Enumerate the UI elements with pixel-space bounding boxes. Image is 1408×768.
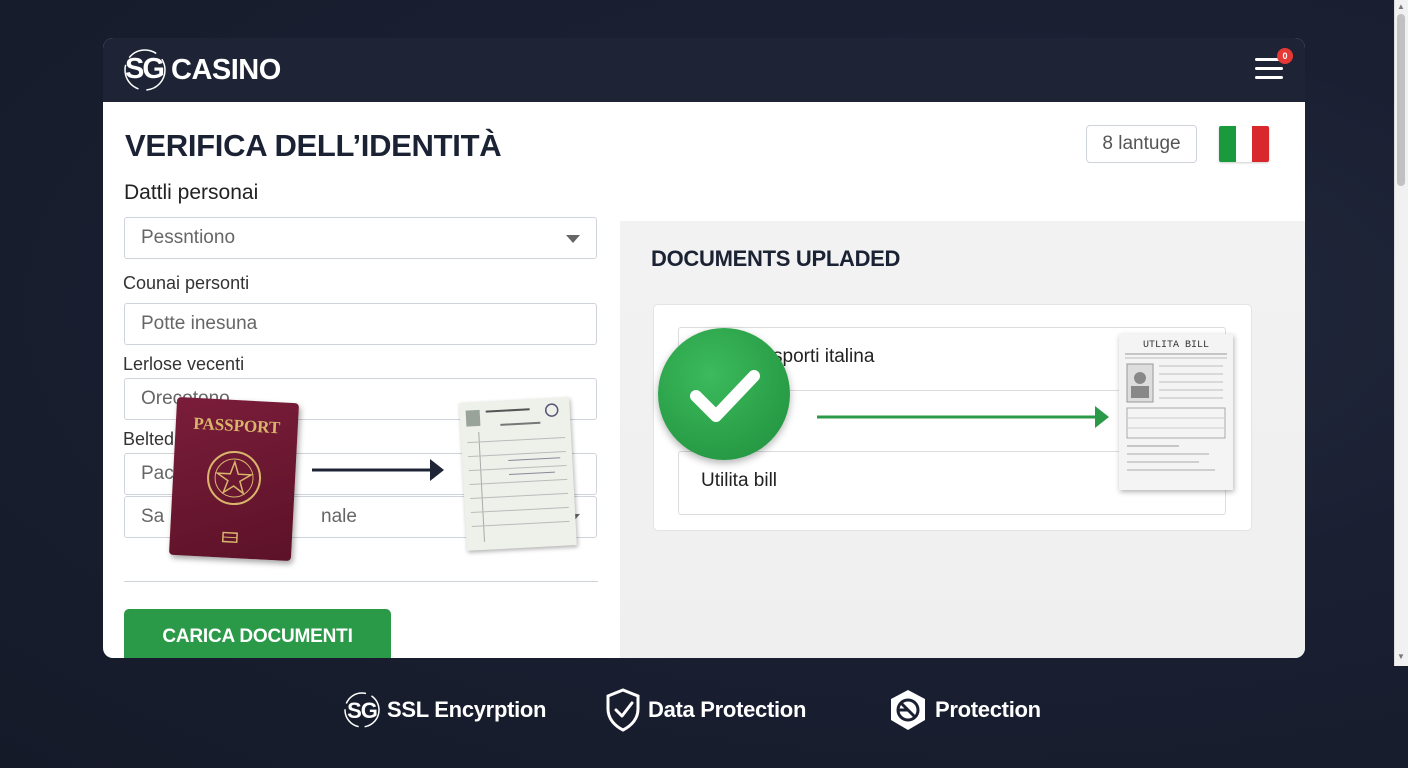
italy-flag-icon[interactable] (1219, 126, 1269, 162)
footer-label: Data Protection (648, 697, 807, 722)
documents-title: DOCUMENTS UPLADED (651, 246, 901, 271)
notification-badge: 0 (1277, 48, 1293, 64)
bill-title-text: UTLITA BILL (1142, 340, 1209, 351)
arrow-right-icon (312, 459, 444, 481)
page-title: VERIFICA DELL’IDENTITÀ (125, 128, 502, 163)
select-value-start: Sa (141, 506, 165, 527)
utility-bill-image: UTLITA BILL (1119, 334, 1233, 490)
select-value-end: nale (321, 506, 357, 527)
menu-line (1255, 76, 1283, 79)
shield-check-icon (606, 688, 640, 732)
chevron-down-icon (566, 235, 580, 243)
passport-image: PASSPORT (168, 396, 300, 562)
document-label: Utilita bill (701, 470, 778, 491)
scroll-thumb[interactable] (1397, 14, 1405, 186)
hamburger-menu-button[interactable]: 0 (1253, 48, 1293, 82)
field-label: Counai personti (123, 273, 250, 293)
form-divider (124, 581, 598, 582)
protection-badge-icon (891, 690, 925, 730)
menu-line (1255, 67, 1283, 70)
footer-label: Protection (935, 697, 1041, 722)
language-select[interactable]: 8 lantuge (1086, 125, 1197, 163)
scroll-down-arrow-icon[interactable]: ▼ (1394, 650, 1408, 664)
select-value: Pessntiono (141, 227, 236, 248)
checkmark-success-icon (658, 328, 790, 460)
logo-mark-text: SG (125, 53, 165, 85)
top-navbar: SG CASINO 0 (103, 38, 1305, 102)
field-label: Belted (123, 429, 175, 449)
verification-card: SG CASINO 0 VERIFICA DELL’IDENTITÀ 8 lan… (103, 38, 1305, 658)
footer-badge-data-protection: Data Protection (604, 684, 806, 736)
document-type-select[interactable]: Pessntiono (124, 217, 597, 259)
sg-shield-icon: SG (344, 692, 380, 728)
logo-text: CASINO (171, 53, 281, 86)
sg-logo-icon: SG (123, 48, 167, 92)
personal-name-input[interactable]: Potte inesuna (124, 303, 597, 345)
svg-text:SG: SG (347, 698, 377, 723)
footer-badge-protection: Protection (887, 684, 1041, 736)
casino-logo[interactable]: SG CASINO (123, 48, 281, 92)
input-placeholder: Potte inesuna (141, 313, 258, 334)
upload-documents-button[interactable]: CARICA DOCUMENTI (124, 609, 391, 658)
scroll-up-arrow-icon[interactable]: ▲ (1394, 0, 1408, 14)
passport-emblem-icon (207, 451, 262, 544)
scanned-document-image (459, 397, 577, 551)
field-label: Lerlose vecenti (123, 354, 245, 374)
arrow-right-icon (817, 406, 1109, 428)
input-value: Pac (141, 463, 174, 484)
personal-data-heading: Dattli personai (124, 181, 259, 204)
footer-badge-ssl: SG SSL Encyrption (343, 684, 547, 736)
footer-label: SSL Encyrption (387, 697, 547, 722)
documents-panel: DOCUMENTS UPLADED sporti italina Utilita… (620, 221, 1305, 658)
